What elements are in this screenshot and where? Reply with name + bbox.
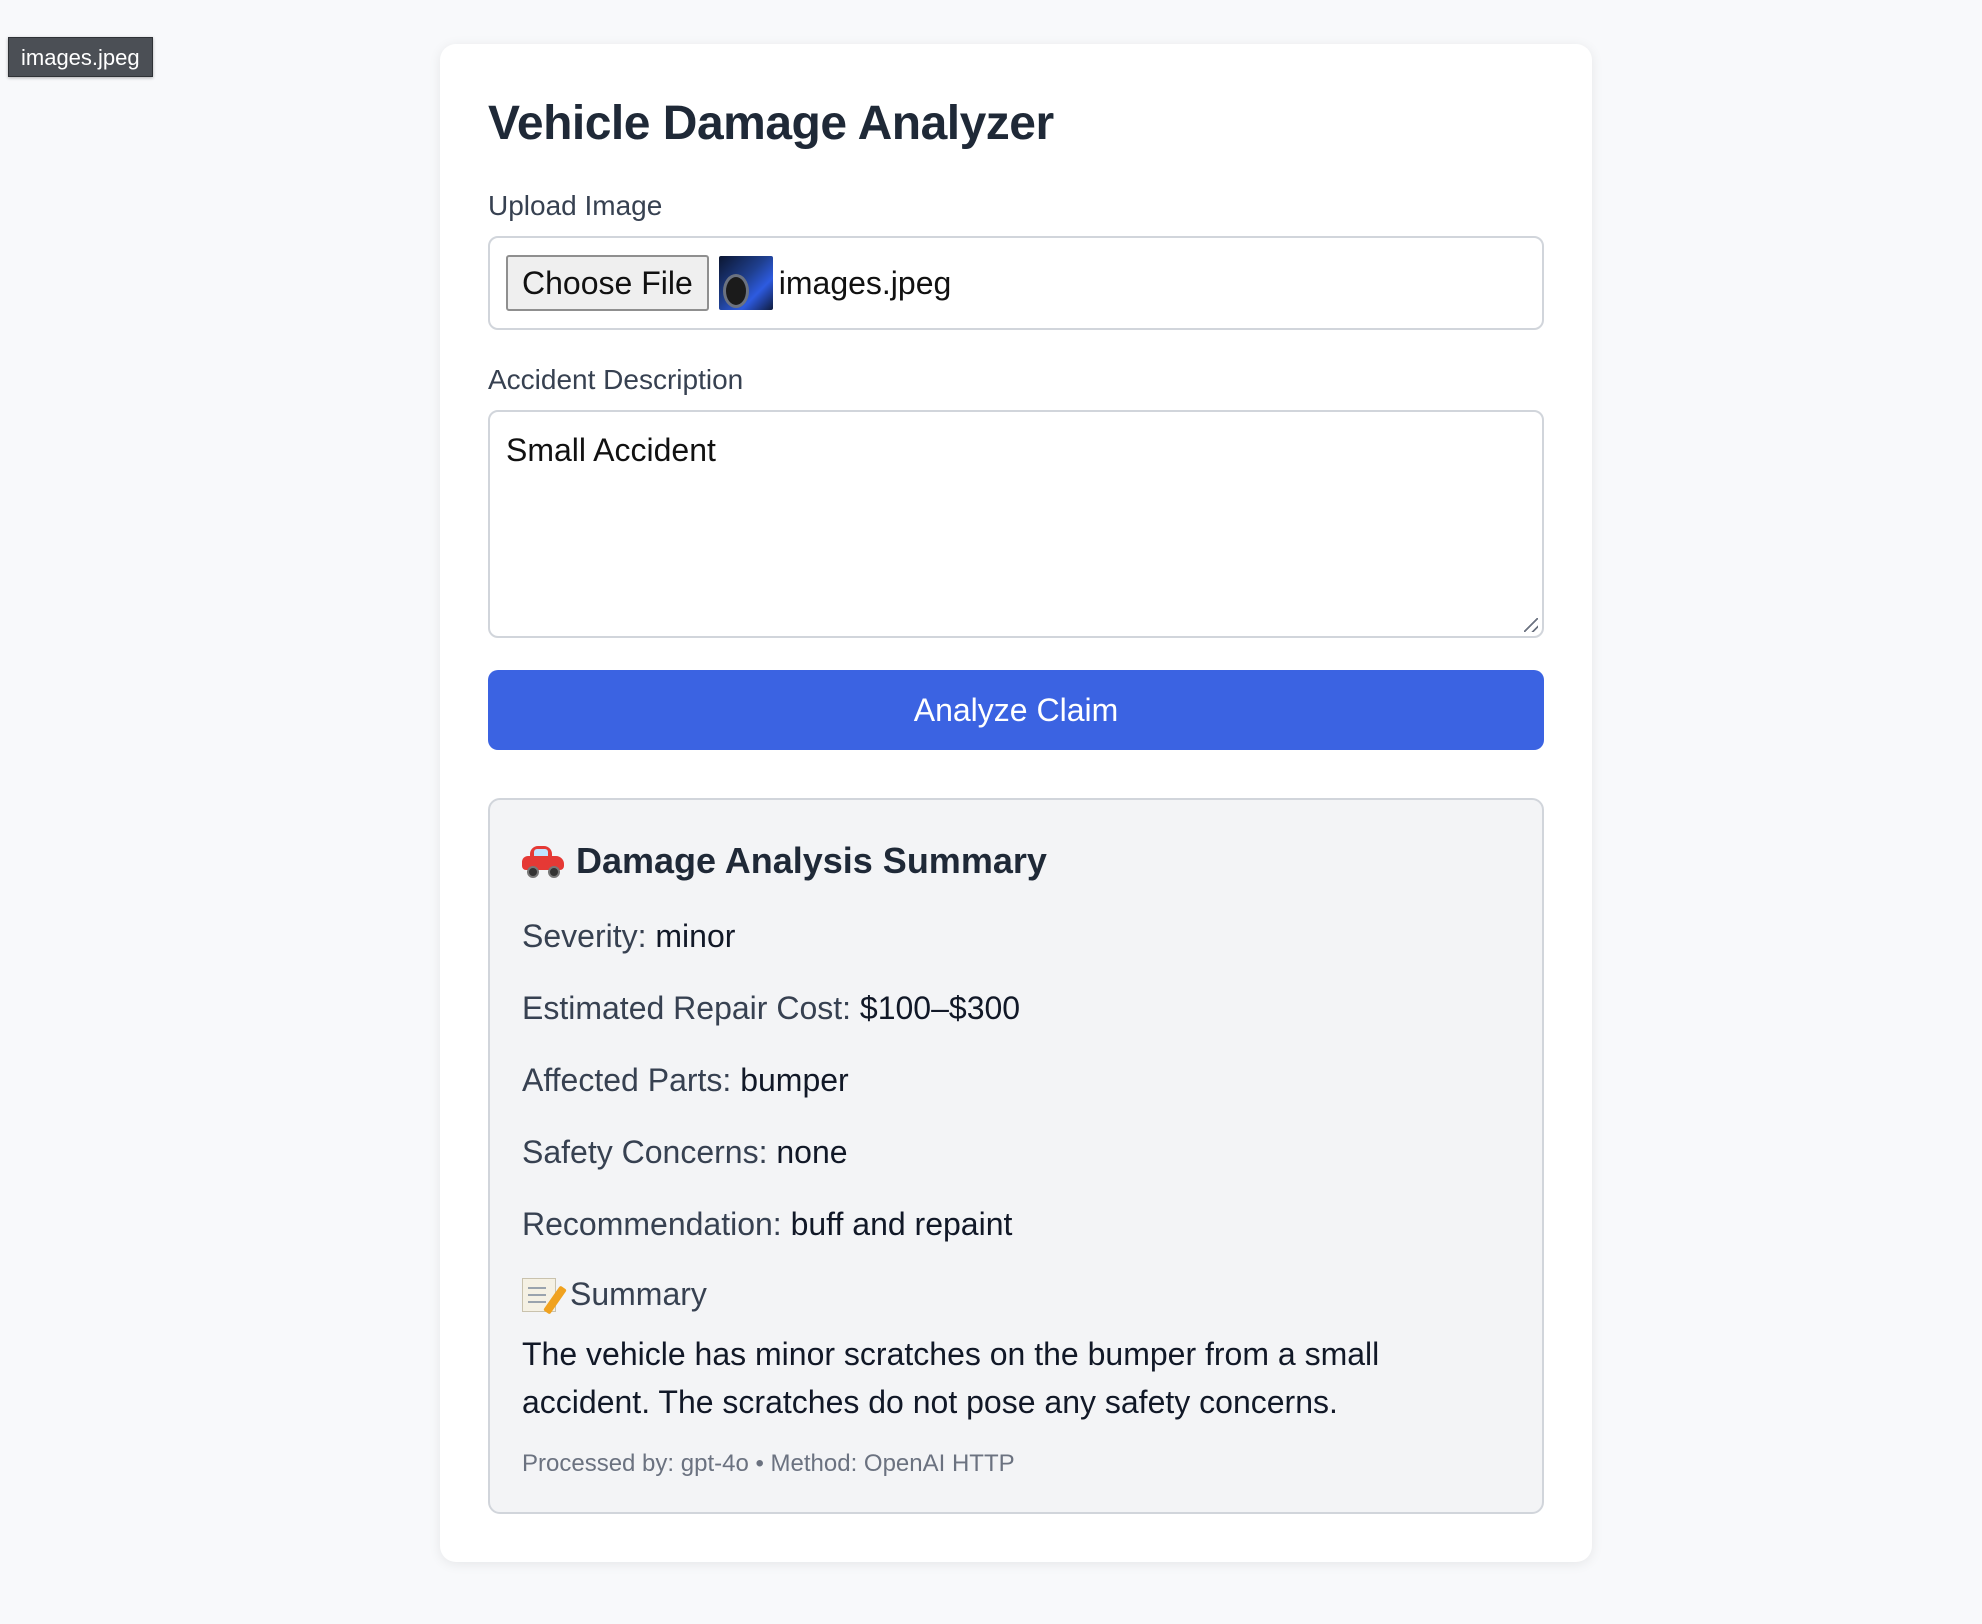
accident-description-label: Accident Description [488, 364, 744, 395]
file-name-tooltip: images.jpeg [8, 37, 153, 77]
damage-analysis-panel: Damage Analysis Summary Severity: minor … [488, 798, 1544, 1514]
memo-icon [522, 1277, 567, 1315]
severity-value: minor [655, 918, 736, 954]
analyze-claim-button[interactable]: Analyze Claim [488, 670, 1544, 750]
choose-file-button[interactable]: Choose File [506, 255, 709, 311]
processed-by-footer: Processed by: gpt-4o • Method: OpenAI HT… [522, 1450, 1015, 1477]
repair-cost-label: Estimated Repair Cost: [522, 990, 852, 1026]
affected-parts-row: Affected Parts: bumper [522, 1062, 849, 1099]
repair-cost-row: Estimated Repair Cost: $100–$300 [522, 990, 1020, 1027]
file-input[interactable]: Choose File images.jpeg [488, 236, 1544, 330]
severity-label: Severity: [522, 918, 647, 954]
summary-heading-text: Summary [570, 1276, 707, 1312]
accident-description-value: Small Accident [506, 432, 716, 468]
accident-description-textarea[interactable]: Small Accident [488, 410, 1544, 638]
safety-concerns-row: Safety Concerns: none [522, 1134, 848, 1171]
resize-handle[interactable] [1524, 618, 1538, 632]
page-title: Vehicle Damage Analyzer [488, 97, 1054, 150]
result-title: Damage Analysis Summary [522, 840, 1047, 882]
recommendation-row: Recommendation: buff and repaint [522, 1206, 1012, 1243]
safety-concerns-value: none [776, 1134, 848, 1170]
summary-heading: Summary [522, 1276, 707, 1315]
recommendation-value: buff and repaint [790, 1206, 1013, 1242]
image-thumbnail [718, 256, 773, 310]
selected-file-name: images.jpeg [778, 264, 952, 301]
affected-parts-label: Affected Parts: [522, 1062, 732, 1098]
severity-row: Severity: minor [522, 918, 735, 955]
analyzer-card: Vehicle Damage Analyzer Upload Image Cho… [440, 44, 1592, 1562]
summary-text: The vehicle has minor scratches on the b… [522, 1336, 1380, 1420]
result-title-text: Damage Analysis Summary [576, 840, 1047, 881]
affected-parts-value: bumper [740, 1062, 849, 1098]
repair-cost-value: $100–$300 [859, 990, 1021, 1026]
recommendation-label: Recommendation: [522, 1206, 782, 1242]
car-icon [522, 844, 564, 878]
safety-concerns-label: Safety Concerns: [522, 1134, 768, 1170]
upload-image-label: Upload Image [488, 190, 663, 221]
